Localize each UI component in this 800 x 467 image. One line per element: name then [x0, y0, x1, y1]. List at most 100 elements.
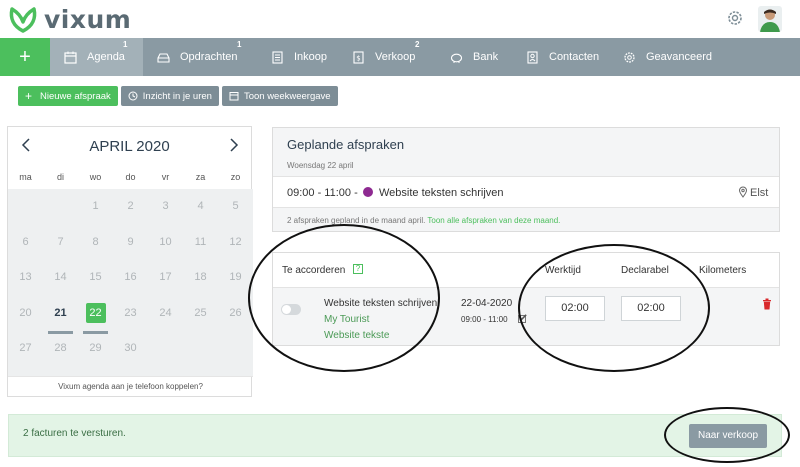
appointment-subject[interactable]: Website teksten schrijven	[379, 187, 504, 199]
week-view-button[interactable]: Toon weekweergave	[221, 86, 338, 106]
invoice-notice-text: 2 facturen te versturen.	[23, 428, 126, 439]
user-avatar[interactable]	[758, 6, 782, 32]
appointment-time: 09:00 - 11:00 -	[287, 187, 358, 199]
help-icon[interactable]: ?	[353, 264, 363, 274]
calendar-day-number: 9	[127, 235, 134, 248]
month-calendar: APRIL 2020 ma di wo do vr za zo 12345678…	[7, 126, 253, 397]
calendar-day[interactable]: 2	[113, 198, 148, 232]
calendar-day[interactable]: 13	[8, 269, 43, 303]
calendar-day[interactable]: 20	[8, 305, 43, 339]
calendar-day-number: 18	[194, 271, 207, 283]
calendar-day[interactable]: 16	[113, 269, 148, 303]
calendar-grid: 1 2 3 4 5 6 7 8 9 10 11 12 13 14 15 16 17 18 19 20 21 22 23 24 2…	[8, 189, 253, 377]
col-worktime: Werktijd	[545, 265, 581, 276]
edit-icon[interactable]	[518, 314, 527, 323]
weekday-label: do	[125, 172, 136, 182]
nav-item-geavanceerd[interactable]: Geavanceerd	[609, 38, 800, 76]
calendar-day-number: 28	[54, 342, 67, 354]
nav-badge-opdrachten: 1	[237, 40, 242, 49]
calendar-day[interactable]: 9	[113, 234, 148, 268]
approve-row-time: 09:00 - 11:00	[461, 315, 508, 324]
calendar-day[interactable]: 14	[43, 269, 78, 303]
nav-item-contacten[interactable]: Contacten	[512, 38, 609, 76]
calendar-day[interactable]: 7	[43, 234, 78, 268]
calendar-day-number: 14	[54, 271, 67, 283]
nav-item-agenda[interactable]: Agenda 1	[50, 38, 143, 76]
calendar-day[interactable]: 12	[218, 234, 253, 268]
nav-item-verkoop[interactable]: $ Verkoop 2	[338, 38, 436, 76]
calendar-day[interactable]: 21	[43, 305, 78, 339]
gear-icon[interactable]	[726, 9, 744, 27]
calendar-day[interactable]: 4	[183, 198, 218, 232]
calendar-day[interactable]: 15	[78, 269, 113, 303]
calendar-day-number: 5	[232, 200, 239, 212]
calendar-day[interactable]: 18	[183, 269, 218, 303]
day-activity-bar	[48, 330, 73, 334]
nav-label-inkoop: Inkoop	[294, 51, 328, 63]
approve-row-title: Website teksten schrijven	[324, 298, 438, 309]
weekday-label: ma	[19, 172, 32, 182]
chevron-right-icon[interactable]	[226, 136, 242, 154]
calendar-day-number: 4	[197, 200, 204, 212]
calendar-phone-link[interactable]: Vixum agenda aan je telefoon koppelen?	[8, 376, 253, 396]
calendar-day[interactable]: 26	[218, 305, 253, 339]
nav-item-opdrachten[interactable]: Opdrachten 1	[143, 38, 257, 76]
main-nav: + Agenda 1 Opdrachten 1 Inkoop $ Verkoop…	[0, 38, 800, 76]
approve-row: Website teksten schrijven My Tourist Web…	[273, 287, 779, 345]
new-appointment-button[interactable]: + Nieuwe afspraak	[18, 86, 118, 106]
calendar-day[interactable]: 3	[148, 198, 183, 232]
contact-icon	[527, 50, 538, 64]
approve-toggle[interactable]	[281, 304, 301, 315]
go-to-sales-button[interactable]: Naar verkoop	[689, 424, 767, 448]
calendar-day-number: 17	[159, 271, 172, 283]
nav-badge-agenda: 1	[123, 40, 128, 49]
calendar-day[interactable]: 8	[78, 234, 113, 268]
calendar-weekdays: ma di wo do vr za zo	[8, 172, 253, 182]
calendar-day[interactable]: 23	[113, 305, 148, 339]
calendar-day-number: 16	[124, 271, 137, 283]
vixum-logo[interactable]: vixum	[8, 4, 131, 34]
billable-input[interactable]: 02:00	[621, 296, 681, 321]
calendar-day[interactable]: 10	[148, 234, 183, 268]
calendar-day[interactable]: 29	[78, 340, 113, 374]
svg-text:$: $	[356, 54, 360, 62]
nav-item-inkoop[interactable]: Inkoop	[257, 38, 338, 76]
approve-row-client[interactable]: My Tourist	[324, 314, 369, 325]
location-pin-icon	[738, 186, 748, 198]
appointment-row[interactable]: 09:00 - 11:00 - Website teksten schrijve…	[273, 176, 779, 208]
calendar-day-number: 29	[89, 342, 102, 354]
calendar-day[interactable]: 27	[8, 340, 43, 374]
calendar-day[interactable]: 30	[113, 340, 148, 374]
calendar-day-number: 1	[92, 200, 99, 212]
calendar-day-number: 2	[127, 200, 134, 212]
calendar-day-number: 23	[124, 306, 137, 319]
document-icon	[272, 50, 283, 64]
calendar-day-number: 27	[19, 342, 32, 354]
calendar-day[interactable]: 5	[218, 198, 253, 232]
calendar-day-number: 13	[19, 271, 32, 283]
worktime-input[interactable]: 02:00	[545, 296, 605, 321]
approve-title: Te accorderen	[282, 265, 346, 276]
calendar-day[interactable]: 22	[78, 302, 113, 337]
approve-row-date: 22-04-2020	[461, 298, 513, 309]
calendar-day[interactable]: 25	[183, 305, 218, 339]
calendar-day[interactable]: 11	[183, 234, 218, 268]
calendar-day[interactable]: 24	[148, 305, 183, 339]
weekday-label: di	[56, 172, 64, 182]
add-button[interactable]: +	[0, 38, 50, 76]
calendar-day[interactable]: 1	[78, 198, 113, 232]
hours-insight-button[interactable]: Inzicht in je uren	[120, 86, 219, 106]
approve-row-project[interactable]: Website tekste	[324, 330, 389, 341]
show-all-appointments-link[interactable]: Toon alle afspraken van deze maand.	[427, 216, 560, 225]
nav-item-bank[interactable]: Bank	[436, 38, 512, 76]
col-kilometers: Kilometers	[699, 265, 747, 276]
calendar-day[interactable]: 28	[43, 340, 78, 374]
calendar-day-number: 3	[162, 200, 169, 212]
top-header: vixum	[0, 0, 800, 38]
invoice-notice: 2 facturen te versturen. Naar verkoop	[8, 414, 782, 457]
calendar-day-number: 30	[124, 342, 137, 354]
calendar-day[interactable]: 17	[148, 269, 183, 303]
trash-icon[interactable]	[762, 298, 772, 310]
calendar-day[interactable]: 6	[8, 234, 43, 268]
calendar-day[interactable]: 19	[218, 269, 253, 303]
